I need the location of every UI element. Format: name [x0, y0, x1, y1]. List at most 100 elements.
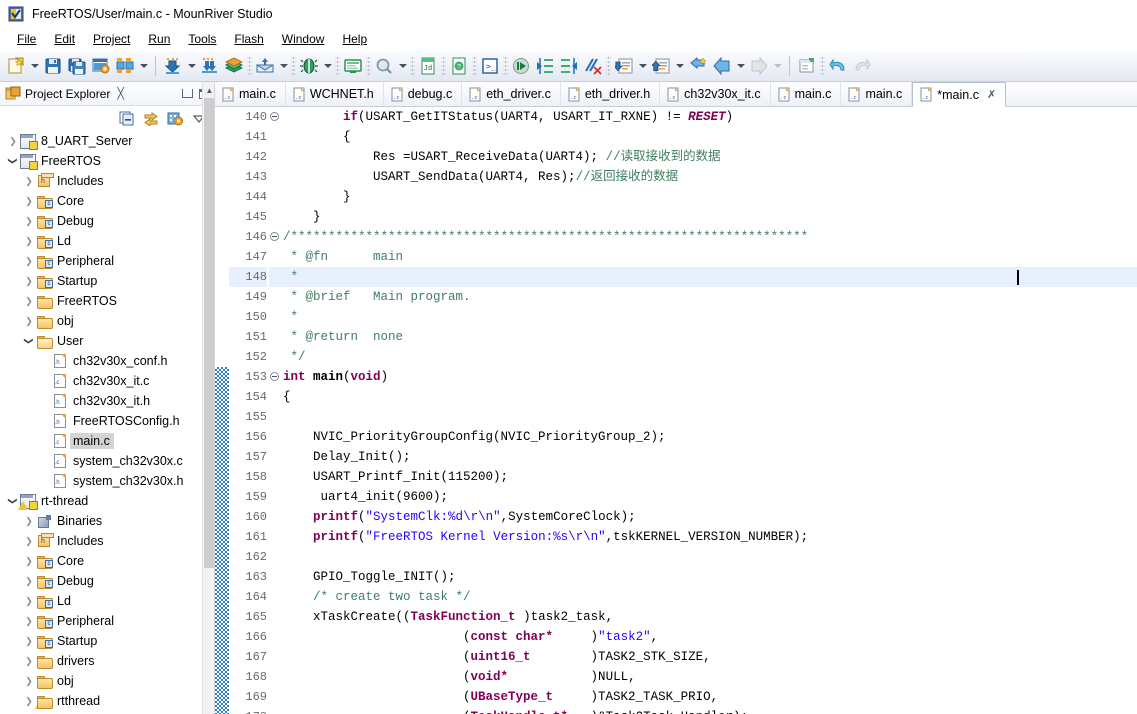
editor-tab[interactable]: .c main.c — [215, 82, 286, 106]
bug-icon[interactable] — [297, 54, 321, 78]
link-editor-icon[interactable] — [143, 110, 159, 127]
tree-item[interactable]: .h system_ch32v30x.h — [0, 471, 215, 491]
download-dropdown-arrow[interactable] — [185, 54, 198, 78]
tree-item[interactable]: .c main.c — [0, 431, 215, 451]
code-editor[interactable]: 140 141 142 143 144 145 146 147 148 149 150 151 152 1… — [215, 107, 1137, 714]
tree-twisty[interactable]: ❯ — [22, 311, 36, 331]
magnifier-icon[interactable] — [372, 54, 396, 78]
code-line[interactable]: */ — [281, 347, 1137, 367]
editor-tab[interactable]: .c eth_driver.h — [560, 82, 661, 106]
code-line[interactable]: } — [281, 207, 1137, 227]
code-line[interactable]: * — [281, 307, 1137, 327]
tree-item[interactable]: ❯ rtthread — [0, 691, 215, 711]
editor-tab[interactable]: .c debug.c — [383, 82, 463, 106]
tree-twisty[interactable]: ❯ — [22, 651, 36, 671]
tree-item[interactable]: ❯ c Startup — [0, 631, 215, 651]
tree-twisty[interactable]: ❯ — [22, 691, 36, 711]
fold-toggle[interactable] — [269, 367, 281, 387]
tree-item[interactable]: ❯ c Ld — [0, 591, 215, 611]
fold-toggle[interactable] — [269, 227, 281, 247]
previous-annotation-dropdown-arrow[interactable] — [673, 54, 686, 78]
code-line[interactable]: printf("FreeRTOS Kernel Version:%s\r\n",… — [281, 527, 1137, 547]
tree-item[interactable]: ❯ FreeRTOS — [0, 151, 215, 171]
code-line[interactable]: (UBaseType_t )TASK2_TASK_PRIO, — [281, 687, 1137, 707]
code-line[interactable]: /***************************************… — [281, 227, 1137, 247]
tree-item[interactable]: ❯ c Debug — [0, 571, 215, 591]
tree-item[interactable]: .c system_ch32v30x.c — [0, 451, 215, 471]
code-line[interactable]: if(USART_GetITStatus(UART4, USART_IT_RXN… — [281, 107, 1137, 127]
tree-twisty[interactable]: ❯ — [22, 611, 36, 631]
code-line[interactable]: NVIC_PriorityGroupConfig(NVIC_PriorityGr… — [281, 427, 1137, 447]
collapse-all-icon[interactable] — [119, 110, 135, 126]
tree-item[interactable]: .h ch32v30x_conf.h — [0, 351, 215, 371]
code-text[interactable]: if(USART_GetITStatus(UART4, USART_IT_RXN… — [281, 107, 1137, 714]
jd-doc-icon[interactable]: Jd — [416, 54, 440, 78]
tree-twisty[interactable]: ❯ — [22, 531, 36, 551]
question-doc-icon[interactable]: ? — [447, 54, 471, 78]
tree-twisty[interactable]: ❯ — [22, 191, 36, 211]
tree-item[interactable]: .c ch32v30x_it.c — [0, 371, 215, 391]
tree-twisty[interactable]: ❯ — [6, 151, 20, 171]
back-dropdown-arrow[interactable] — [734, 54, 747, 78]
code-line[interactable]: USART_Printf_Init(115200); — [281, 467, 1137, 487]
tree-twisty[interactable]: ❯ — [22, 251, 36, 271]
code-line[interactable]: * — [281, 267, 1137, 287]
code-line[interactable] — [281, 407, 1137, 427]
tree-twisty[interactable]: ❯ — [22, 671, 36, 691]
download-all-icon[interactable] — [198, 54, 222, 78]
editor-tab[interactable]: .c main.c — [841, 82, 913, 106]
tree-item[interactable]: ❯ rt-thread — [0, 491, 215, 511]
books-icon[interactable] — [222, 54, 246, 78]
code-line[interactable]: printf("SystemClk:%d\r\n",SystemCoreCloc… — [281, 507, 1137, 527]
code-line[interactable]: (const char* )"task2", — [281, 627, 1137, 647]
build-dropdown-arrow[interactable] — [137, 54, 150, 78]
import-icon[interactable] — [253, 54, 277, 78]
step-into-icon[interactable] — [533, 54, 557, 78]
code-line[interactable]: Res =USART_ReceiveData(UART4); //读取接收到的数… — [281, 147, 1137, 167]
editor-tab[interactable]: .c eth_driver.c — [462, 82, 561, 106]
tree-item[interactable]: ❯ obj — [0, 671, 215, 691]
tree-item[interactable]: ❯ h Includes — [0, 531, 215, 551]
code-line[interactable]: uart4_init(9600); — [281, 487, 1137, 507]
editor-tab[interactable]: .c *main.c ✗ — [912, 82, 1007, 107]
tree-item[interactable]: ❯ c Ld — [0, 231, 215, 251]
close-icon[interactable]: ✗ — [987, 88, 996, 101]
tree-item[interactable]: ❯ c Core — [0, 551, 215, 571]
download-icon[interactable] — [161, 54, 185, 78]
next-annotation-icon[interactable] — [612, 54, 636, 78]
tree-item[interactable]: ❯ c Core — [0, 191, 215, 211]
tree-item[interactable]: .h FreeRTOSConfig.h — [0, 411, 215, 431]
tree-twisty[interactable]: ❯ — [22, 571, 36, 591]
tree-item[interactable]: ❯ 8_UART_Server — [0, 131, 215, 151]
build-settings-icon[interactable] — [167, 110, 183, 126]
collapse-icon[interactable] — [270, 232, 279, 241]
code-line[interactable]: * @fn main — [281, 247, 1137, 267]
menu-edit[interactable]: Edit — [45, 30, 84, 48]
tree-item[interactable]: ❯ c Peripheral — [0, 611, 215, 631]
new-window-icon[interactable] — [795, 54, 819, 78]
last-edit-icon[interactable] — [686, 54, 710, 78]
menu-window[interactable]: Window — [273, 30, 334, 48]
project-tree[interactable]: ❯ 8_UART_Server ❯ FreeRTOS ❯ h Includes ❯ c Core ❯… — [0, 130, 215, 714]
tree-twisty[interactable]: ❯ — [22, 551, 36, 571]
folding-column[interactable] — [269, 107, 281, 714]
code-line[interactable]: int main(void) — [281, 367, 1137, 387]
code-line[interactable]: USART_SendData(UART4, Res);//返回接收的数据 — [281, 167, 1137, 187]
save-icon[interactable] — [41, 54, 65, 78]
editor-tab[interactable]: .c ch32v30x_it.c — [660, 82, 771, 106]
code-line[interactable]: /* create two task */ — [281, 587, 1137, 607]
tree-twisty[interactable]: ❯ — [22, 171, 36, 191]
tree-item[interactable]: ❯ c Startup — [0, 271, 215, 291]
build-settings-icon[interactable] — [89, 54, 113, 78]
resume-icon[interactable] — [509, 54, 533, 78]
skip-breakpoints-icon[interactable] — [581, 54, 605, 78]
editor-tab[interactable]: .c WCHNET.h — [285, 82, 384, 106]
tree-item[interactable]: ❯ c Debug — [0, 211, 215, 231]
save-all-icon[interactable] — [65, 54, 89, 78]
minimize-icon[interactable] — [182, 89, 193, 98]
tree-twisty[interactable]: ❯ — [22, 591, 36, 611]
menu-run[interactable]: Run — [139, 30, 179, 48]
code-line[interactable]: Delay_Init(); — [281, 447, 1137, 467]
code-line[interactable]: (uint16_t )TASK2_STK_SIZE, — [281, 647, 1137, 667]
tree-item[interactable]: ❯ FreeRTOS — [0, 291, 215, 311]
